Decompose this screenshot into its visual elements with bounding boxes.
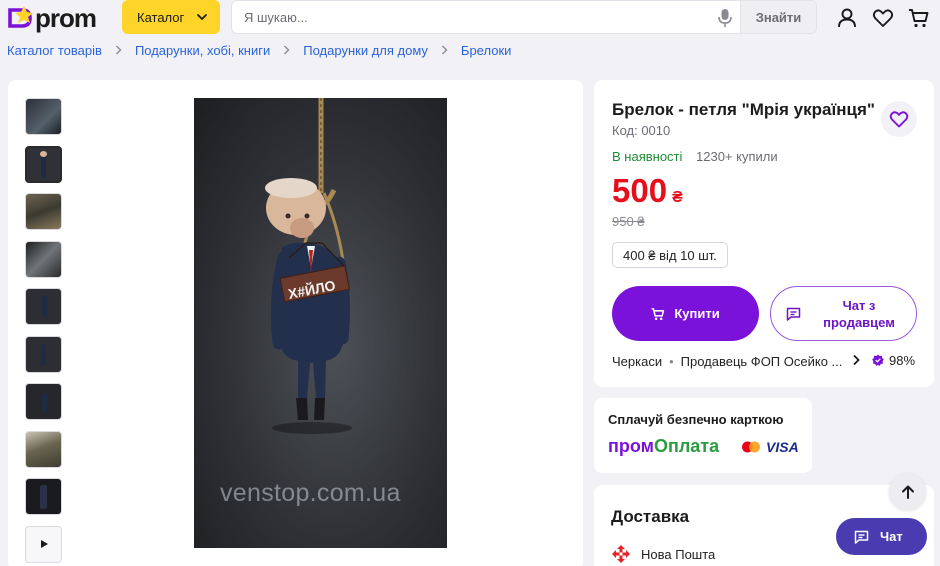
price-currency: ₴ bbox=[672, 189, 683, 206]
visa-logo: VISA bbox=[766, 439, 799, 455]
cart-icon bbox=[651, 307, 665, 320]
heart-icon[interactable] bbox=[872, 7, 894, 29]
chevron-down-icon bbox=[197, 14, 207, 20]
catalog-label: Каталог bbox=[137, 9, 185, 25]
thumbnail-1[interactable] bbox=[25, 98, 62, 135]
wholesale-price-chip[interactable]: 400 ₴ від 10 шт. bbox=[612, 242, 728, 268]
breadcrumb-catalog[interactable]: Каталог товарів bbox=[7, 43, 102, 58]
photo-watermark: venstop.com.ua bbox=[220, 479, 401, 507]
current-price: 500 ₴ bbox=[612, 173, 683, 216]
buy-label: Купити bbox=[674, 306, 720, 321]
old-price: 950 ₴ bbox=[612, 214, 645, 229]
product-info-card: Брелок - петля "Мрія українця" Код: 0010… bbox=[594, 80, 934, 387]
thumbnail-7[interactable] bbox=[25, 383, 62, 420]
add-to-favorites-button[interactable] bbox=[881, 101, 917, 137]
separator-dot: • bbox=[669, 353, 674, 369]
search-button[interactable]: Знайти bbox=[740, 1, 816, 33]
delivery-title: Доставка bbox=[611, 507, 690, 526]
rating-badge-icon bbox=[872, 354, 884, 366]
carrier-name: Нова Пошта bbox=[641, 546, 716, 562]
thumbnail-4[interactable] bbox=[25, 240, 62, 278]
catalog-button[interactable]: Каталог bbox=[122, 0, 220, 34]
mastercard-icon bbox=[742, 441, 760, 453]
seller-name: Продавець ФОП Осейко ... bbox=[680, 353, 843, 369]
heart-outline-icon bbox=[889, 111, 909, 128]
breadcrumb-home-gifts[interactable]: Подарунки для дому bbox=[303, 43, 428, 58]
product-title: Брелок - петля "Мрія українця" bbox=[612, 100, 875, 119]
bought-count: 1230+ купили bbox=[696, 149, 778, 164]
main-product-photo[interactable]: Х#ЙЛО venstop.com.ua bbox=[194, 98, 447, 548]
thumbnail-5[interactable] bbox=[25, 288, 62, 325]
nova-poshta-icon bbox=[612, 545, 630, 563]
payment-title: Сплачуй безпечно карткою bbox=[608, 412, 784, 427]
price-value: 500 bbox=[612, 172, 668, 209]
product-code: Код: 0010 bbox=[612, 123, 671, 138]
header: prom Каталог Знайти bbox=[0, 0, 940, 36]
seller-info-row[interactable]: Черкаси • Продавець ФОП Осейко ... 98% bbox=[612, 353, 918, 369]
chevron-right-icon bbox=[283, 45, 290, 55]
secure-payment-card: Сплачуй безпечно карткою промОплата VISA bbox=[594, 398, 812, 473]
user-icon[interactable] bbox=[836, 7, 858, 29]
breadcrumb-keychains[interactable]: Брелоки bbox=[461, 43, 511, 58]
logo-text: prom bbox=[35, 3, 97, 33]
thumbnail-9[interactable] bbox=[25, 478, 62, 515]
breadcrumb: Каталог товарів Подарунки, хобі, книги П… bbox=[7, 42, 511, 58]
chat-icon bbox=[786, 307, 801, 321]
search-input[interactable] bbox=[244, 1, 714, 33]
thumbnail-8[interactable] bbox=[25, 430, 62, 468]
chat-with-seller-button[interactable]: Чат з продавцем bbox=[770, 286, 917, 341]
delivery-option-nova-poshta[interactable]: Нова Пошта bbox=[611, 544, 715, 564]
prom-pay-logo: промОплата bbox=[608, 436, 720, 456]
cart-icon[interactable] bbox=[908, 7, 930, 29]
buy-button[interactable]: Купити bbox=[612, 286, 759, 341]
microphone-icon[interactable] bbox=[718, 8, 732, 28]
rating-value: 98% bbox=[889, 353, 916, 368]
thumbnail-2[interactable] bbox=[25, 145, 62, 183]
video-thumbnail[interactable] bbox=[25, 525, 62, 563]
seller-city: Черкаси bbox=[612, 353, 663, 369]
chevron-right-icon bbox=[441, 45, 448, 55]
scroll-to-top-button[interactable] bbox=[889, 473, 926, 510]
floating-chat-button[interactable]: Чат bbox=[836, 518, 927, 555]
play-icon bbox=[40, 540, 48, 548]
breadcrumb-gifts[interactable]: Подарунки, хобі, книги bbox=[135, 43, 270, 58]
arrow-up-icon bbox=[901, 485, 914, 499]
thumbnail-6[interactable] bbox=[25, 335, 62, 373]
stock-status: В наявності bbox=[612, 149, 683, 164]
chevron-right-icon bbox=[115, 45, 122, 55]
prom-logo-icon bbox=[8, 6, 33, 28]
thumbnail-3[interactable] bbox=[25, 193, 62, 230]
product-gallery: Х#ЙЛО venstop.com.ua bbox=[8, 80, 583, 566]
chat-icon bbox=[854, 530, 869, 544]
search-box: Знайти bbox=[231, 0, 817, 34]
prom-logo[interactable]: prom bbox=[8, 3, 97, 33]
floating-chat-label: Чат bbox=[880, 529, 903, 544]
chat-with-seller-label: Чат з продавцем bbox=[823, 297, 895, 330]
seller-rating: 98% bbox=[872, 353, 915, 368]
chevron-right-icon bbox=[853, 354, 860, 366]
thumbnail-list bbox=[25, 98, 63, 566]
